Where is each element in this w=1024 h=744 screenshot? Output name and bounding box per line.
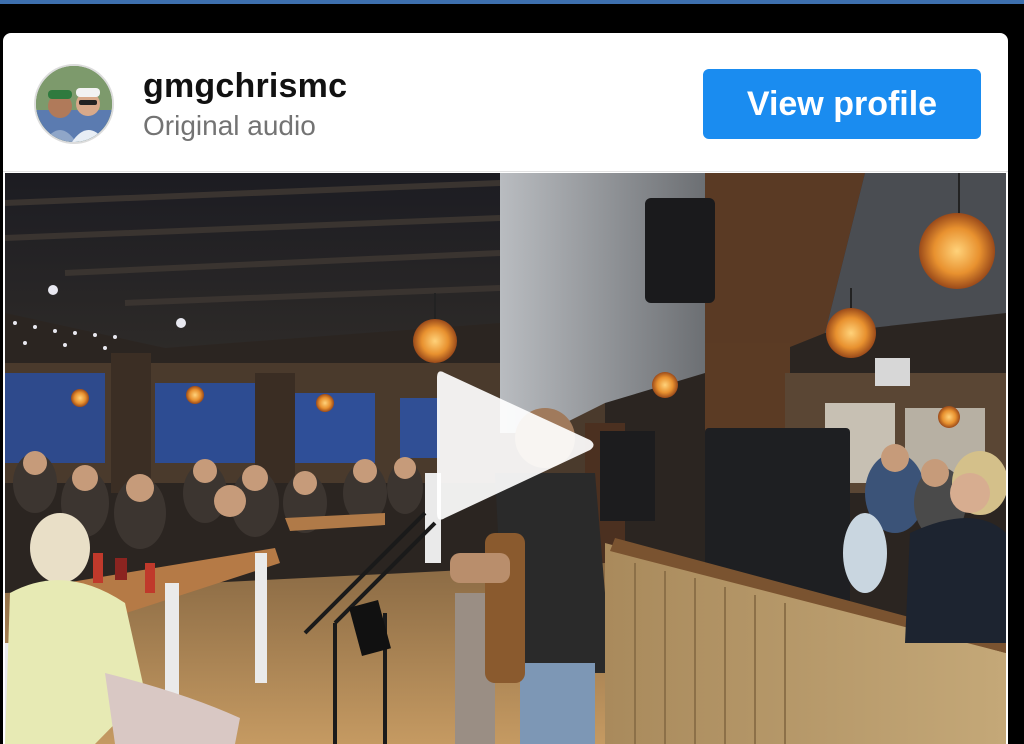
video-thumbnail[interactable] [5, 173, 1006, 744]
username[interactable]: gmgchrismc [143, 67, 347, 106]
instagram-embed-card: gmgchrismc Original audio View profile [3, 33, 1008, 744]
audio-label[interactable]: Original audio [143, 110, 316, 142]
post-header: gmgchrismc Original audio View profile [3, 33, 1008, 172]
view-profile-button[interactable]: View profile [703, 69, 981, 139]
avatar[interactable] [34, 64, 114, 144]
top-accent-bar [0, 0, 1024, 4]
restaurant-scene [5, 173, 1006, 744]
avatar-photo [36, 66, 112, 142]
